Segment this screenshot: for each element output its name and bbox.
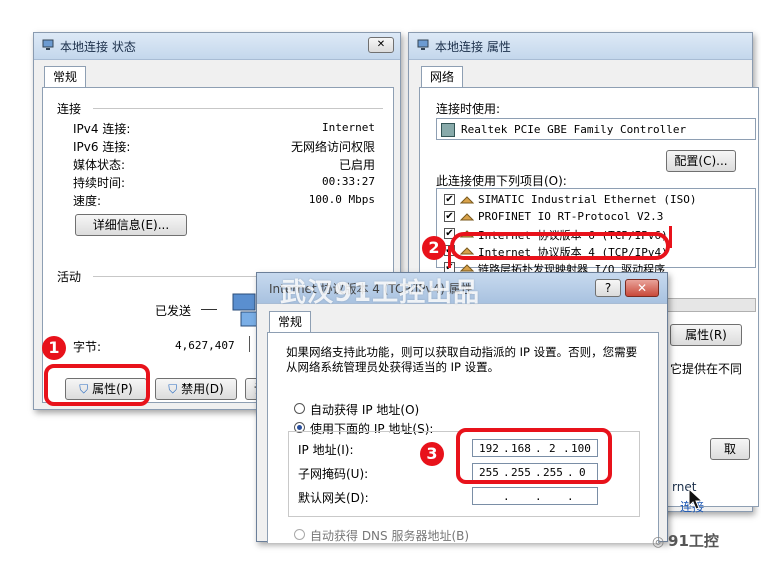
properties-titlebar: 本地连接 属性 — [409, 33, 752, 60]
bytes-label: 字节: — [73, 340, 102, 354]
details-button[interactable]: 详细信息(E)... — [75, 214, 187, 236]
protocol-icon — [460, 213, 474, 221]
subnet-mask-label: 子网掩码(U): — [298, 467, 369, 481]
divider — [249, 336, 250, 352]
ipv4-label: IPv4 连接: — [73, 122, 131, 136]
ipv4-value: Internet — [322, 121, 375, 134]
divider — [93, 108, 383, 109]
step-badge-3: 3 — [420, 442, 444, 466]
highlight-properties-button — [44, 364, 150, 406]
media-label: 媒体状态: — [73, 158, 126, 172]
gateway-dot: . — [567, 490, 574, 503]
step-badge-1: 1 — [42, 336, 66, 360]
tab-network[interactable]: 网络 — [421, 66, 464, 87]
item-properties-button[interactable]: 属性(R) — [670, 324, 742, 346]
disable-button[interactable]: ⛉ 禁用(D) — [155, 378, 237, 400]
ipv6-label: IPv6 连接: — [73, 140, 131, 154]
sent-line — [201, 309, 217, 310]
sent-label: 已发送 — [155, 304, 192, 318]
status-window-title: 本地连接 状态 — [60, 40, 136, 54]
watermark: 武汉91工控出品 — [280, 278, 481, 308]
description-text: 如果网络支持此功能，则可以获取自动指派的 IP 设置。否则，您需要从网络系统管理… — [286, 345, 638, 374]
gateway-label: 默认网关(D): — [298, 491, 369, 505]
item-label: SIMATIC Industrial Ethernet (ISO) — [478, 193, 697, 206]
close-button[interactable]: ✕ — [625, 279, 659, 297]
tab-general[interactable]: 常规 — [44, 66, 87, 87]
gateway-dot: . — [503, 490, 510, 503]
network-icon — [42, 39, 54, 50]
status-titlebar: 本地连接 状态 ✕ — [34, 33, 400, 60]
auto-dns-label: 自动获得 DNS 服务器地址(B) — [310, 529, 470, 543]
highlight-ipv4-item — [450, 232, 670, 260]
duration-label: 持续时间: — [73, 176, 126, 190]
network-icon — [417, 39, 429, 50]
auto-dns-radio[interactable] — [294, 529, 305, 540]
ipv4-properties-dialog: Internet 协议版本 4 (TCP/IPv4) 属性 ? ✕ 常规 如果网… — [256, 272, 668, 543]
highlight-line — [448, 246, 451, 268]
brand-text: 91工控 — [668, 532, 719, 550]
gateway-input[interactable]: . . . — [472, 487, 598, 505]
adapter-icon — [441, 123, 455, 137]
highlight-line — [669, 226, 672, 248]
ipv6-value: 无网络访问权限 — [290, 140, 375, 154]
radio-dot-icon — [297, 425, 302, 430]
wechat-icon: ◎ — [652, 534, 665, 550]
step-badge-2: 2 — [422, 236, 446, 260]
adapter-name: Realtek PCIe GBE Family Controller — [461, 123, 687, 136]
brand-logo: ◎ 91工控 — [652, 530, 719, 551]
close-button[interactable]: ✕ — [368, 37, 394, 53]
speed-label: 速度: — [73, 194, 102, 208]
item-label: PROFINET IO RT-Protocol V2.3 — [478, 210, 664, 223]
configure-button[interactable]: 配置(C)... — [666, 150, 736, 172]
cancel-button[interactable]: 取 — [710, 438, 750, 460]
speed-value: 100.0 Mbps — [308, 193, 375, 206]
tab-general[interactable]: 常规 — [269, 311, 312, 332]
connect-using-label: 连接时使用: — [436, 102, 501, 116]
activity-section-label: 活动 — [57, 270, 82, 284]
item-checkbox[interactable]: ✔ — [444, 194, 455, 205]
items-label: 此连接使用下列项目(O): — [436, 174, 567, 188]
highlight-ip-fields — [456, 428, 612, 484]
properties-window-title: 本地连接 属性 — [435, 40, 511, 54]
auto-ip-radio[interactable] — [294, 403, 305, 414]
connection-section-label: 连接 — [57, 102, 82, 116]
duration-value: 00:33:27 — [322, 175, 375, 188]
protocol-icon — [460, 264, 474, 272]
help-button[interactable]: ? — [595, 279, 621, 297]
bytes-sent-value: 4,627,407 — [175, 339, 235, 352]
adapter-field: Realtek PCIe GBE Family Controller — [436, 118, 756, 140]
mouse-cursor-icon — [688, 488, 704, 510]
disable-button-label: 禁用(D) — [181, 382, 224, 396]
item-checkbox[interactable]: ✔ — [444, 211, 455, 222]
shield-icon: ⛉ — [168, 382, 178, 396]
description-fragment: 它提供在不同 — [670, 362, 743, 376]
protocol-icon — [460, 196, 474, 204]
auto-ip-label: 自动获得 IP 地址(O) — [310, 403, 420, 417]
ip-address-label: IP 地址(I): — [298, 443, 354, 457]
gateway-dot: . — [535, 490, 542, 503]
media-value: 已启用 — [338, 158, 375, 172]
